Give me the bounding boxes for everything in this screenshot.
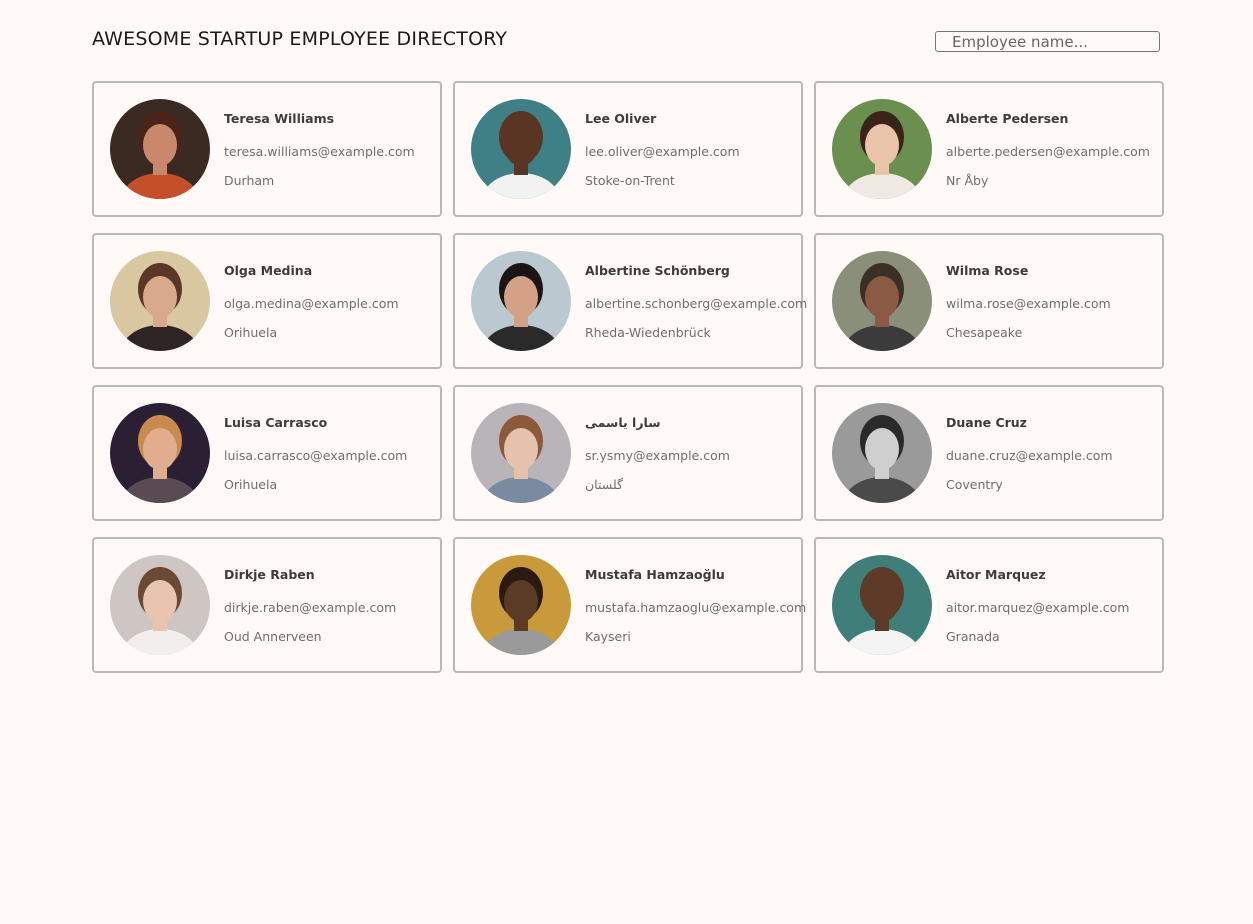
employee-email: wilma.rose@example.com (946, 296, 1111, 311)
employee-city: گلستان (585, 477, 624, 492)
employee-name: Olga Medina (224, 263, 313, 278)
employee-avatar (471, 99, 571, 199)
employee-name: سارا یاسمی (585, 415, 661, 430)
employee-name: Wilma Rose (946, 263, 1029, 278)
employee-avatar (110, 555, 210, 655)
employee-email: alberte.pedersen@example.com (946, 144, 1150, 159)
employee-city: Kayseri (585, 629, 631, 644)
employee-city: Oud Annerveen (224, 629, 322, 644)
employee-card[interactable]: Aitor Marquez aitor.marquez@example.com Gr… (814, 537, 1164, 673)
employee-grid: Teresa Williams teresa.williams@example.c… (92, 81, 1164, 673)
employee-card[interactable]: Alberte Pedersen alberte.pedersen@example… (814, 81, 1164, 217)
employee-city: Coventry (946, 477, 1003, 492)
employee-avatar (832, 555, 932, 655)
portrait-image (471, 251, 571, 351)
portrait-image (110, 99, 210, 199)
employee-email: mustafa.hamzaoglu@example.com (585, 600, 807, 615)
employee-card[interactable]: Wilma Rose wilma.rose@example.com Chesapea… (814, 233, 1164, 369)
employee-email: dirkje.raben@example.com (224, 600, 397, 615)
employee-name: Luisa Carrasco (224, 415, 328, 430)
portrait-image (832, 555, 932, 655)
employee-avatar (110, 403, 210, 503)
portrait-image (471, 403, 571, 503)
portrait-image (110, 555, 210, 655)
employee-avatar (110, 99, 210, 199)
employee-card[interactable]: Mustafa Hamzaoğlu mustafa.hamzaoglu@examp… (453, 537, 807, 673)
employee-city: Granada (946, 629, 1000, 644)
employee-avatar (471, 555, 571, 655)
page-header: AWESOME STARTUP EMPLOYEE DIRECTORY (92, 26, 1160, 56)
portrait-image (832, 403, 932, 503)
employee-email: olga.medina@example.com (224, 296, 399, 311)
employee-email: sr.ysmy@example.com (585, 448, 730, 463)
employee-city: Rheda-Wiedenbrück (585, 325, 711, 340)
employee-card[interactable]: Albertine Schönberg albertine.schonberg@e… (453, 233, 808, 369)
employee-city: Durham (224, 173, 275, 188)
portrait-image (471, 99, 571, 199)
employee-avatar (832, 99, 932, 199)
employee-avatar (832, 403, 932, 503)
employee-card[interactable]: Olga Medina olga.medina@example.com Orihue… (92, 233, 442, 369)
employee-email: luisa.carrasco@example.com (224, 448, 408, 463)
portrait-image (110, 251, 210, 351)
employee-email: teresa.williams@example.com (224, 144, 415, 159)
portrait-image (471, 555, 571, 655)
portrait-image (832, 99, 932, 199)
employee-avatar (832, 251, 932, 351)
employee-avatar (471, 251, 571, 351)
page-title: AWESOME STARTUP EMPLOYEE DIRECTORY (92, 28, 508, 50)
employee-card[interactable]: سارا یاسمی sr.ysmy@example.com گلستان (453, 385, 803, 521)
employee-email: lee.oliver@example.com (585, 144, 740, 159)
employee-card[interactable]: Duane Cruz duane.cruz@example.com Coventry (814, 385, 1164, 521)
employee-name: Mustafa Hamzaoğlu (585, 567, 725, 582)
employee-avatar (471, 403, 571, 503)
employee-name: Albertine Schönberg (585, 263, 730, 278)
employee-name: Duane Cruz (946, 415, 1027, 430)
employee-card[interactable]: Luisa Carrasco luisa.carrasco@example.com… (92, 385, 442, 521)
employee-name: Alberte Pedersen (946, 111, 1069, 126)
employee-email: duane.cruz@example.com (946, 448, 1113, 463)
employee-name: Teresa Williams (224, 111, 335, 126)
employee-email: aitor.marquez@example.com (946, 600, 1130, 615)
employee-avatar (110, 251, 210, 351)
employee-card[interactable]: Teresa Williams teresa.williams@example.c… (92, 81, 442, 217)
employee-city: Orihuela (224, 477, 278, 492)
employee-email: albertine.schonberg@example.com (585, 296, 808, 311)
employee-name: Dirkje Raben (224, 567, 315, 582)
employee-search-input[interactable] (935, 31, 1160, 52)
portrait-image (832, 251, 932, 351)
employee-city: Orihuela (224, 325, 278, 340)
employee-city: Stoke-on-Trent (585, 173, 675, 188)
portrait-image (110, 403, 210, 503)
employee-card[interactable]: Lee Oliver lee.oliver@example.com Stoke-on… (453, 81, 803, 217)
employee-city: Nr Åby (946, 173, 989, 188)
employee-city: Chesapeake (946, 325, 1023, 340)
employee-card[interactable]: Dirkje Raben dirkje.raben@example.com Oud … (92, 537, 442, 673)
employee-name: Aitor Marquez (946, 567, 1046, 582)
employee-name: Lee Oliver (585, 111, 657, 126)
